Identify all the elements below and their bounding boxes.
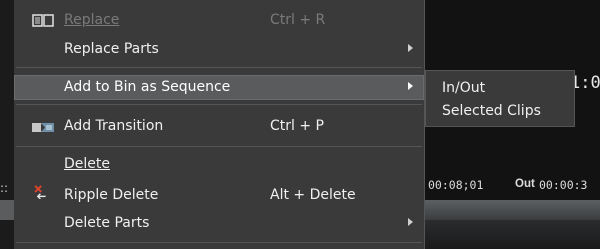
menu-separator [16,146,422,147]
replace-icon [32,14,54,27]
menu-item-label: Delete [64,156,110,172]
add-to-bin-submenu: In/Out Selected Clips [425,70,575,127]
timeline-track-left [0,200,14,220]
menu-item-replace[interactable]: Replace Ctrl + R [14,8,424,33]
submenu-arrow-icon [408,82,413,90]
menu-item-label: Replace Parts [64,41,159,57]
menu-item-label: Add Transition [64,118,164,134]
menu-separator [16,242,422,243]
out-label: Out [515,178,535,190]
menu-item-delete-parts[interactable]: Delete Parts [14,211,424,236]
timeline-scrubber[interactable] [424,200,600,220]
submenu-arrow-icon [408,44,413,52]
ripple-delete-icon [34,185,46,199]
menu-item-label: Add to Bin as Sequence [64,79,231,95]
transition-icon [32,123,54,132]
menu-separator [16,67,422,68]
submenu-item-label: In/Out [442,80,486,96]
menu-item-label: Replace [64,12,120,28]
menu-item-shortcut: Ctrl + R [270,12,326,28]
submenu-item-selected-clips[interactable]: Selected Clips [426,98,574,122]
menu-item-replace-parts[interactable]: Replace Parts [14,37,424,62]
in-timecode: 00:08;01 [428,178,484,192]
menu-item-delete[interactable]: Delete [14,152,424,177]
menu-item-label: Delete Parts [64,215,150,231]
menu-item-shortcut: Ctrl + P [270,118,324,134]
context-menu: Replace Ctrl + R Replace Parts Add to Bi… [14,0,425,249]
menu-item-label: Ripple Delete [64,187,159,203]
menu-item-shortcut: Alt + Delete [270,187,356,203]
out-timecode: 00:00:3 [539,178,588,192]
timeline-track[interactable] [424,220,600,249]
submenu-item-in-out[interactable]: In/Out [426,75,574,99]
menu-item-ripple-delete[interactable]: Ripple Delete Alt + Delete [14,183,424,208]
menu-separator [16,104,422,105]
timecode-fragment-left: :: [0,181,9,195]
menu-item-add-to-bin-as-sequence[interactable]: Add to Bin as Sequence [14,75,424,100]
submenu-item-label: Selected Clips [442,103,541,119]
menu-item-add-transition[interactable]: Add Transition Ctrl + P [14,114,424,139]
submenu-arrow-icon [408,218,413,226]
in-out-timecode-row: 00:08;01 Out 00:00:3 [424,178,600,196]
